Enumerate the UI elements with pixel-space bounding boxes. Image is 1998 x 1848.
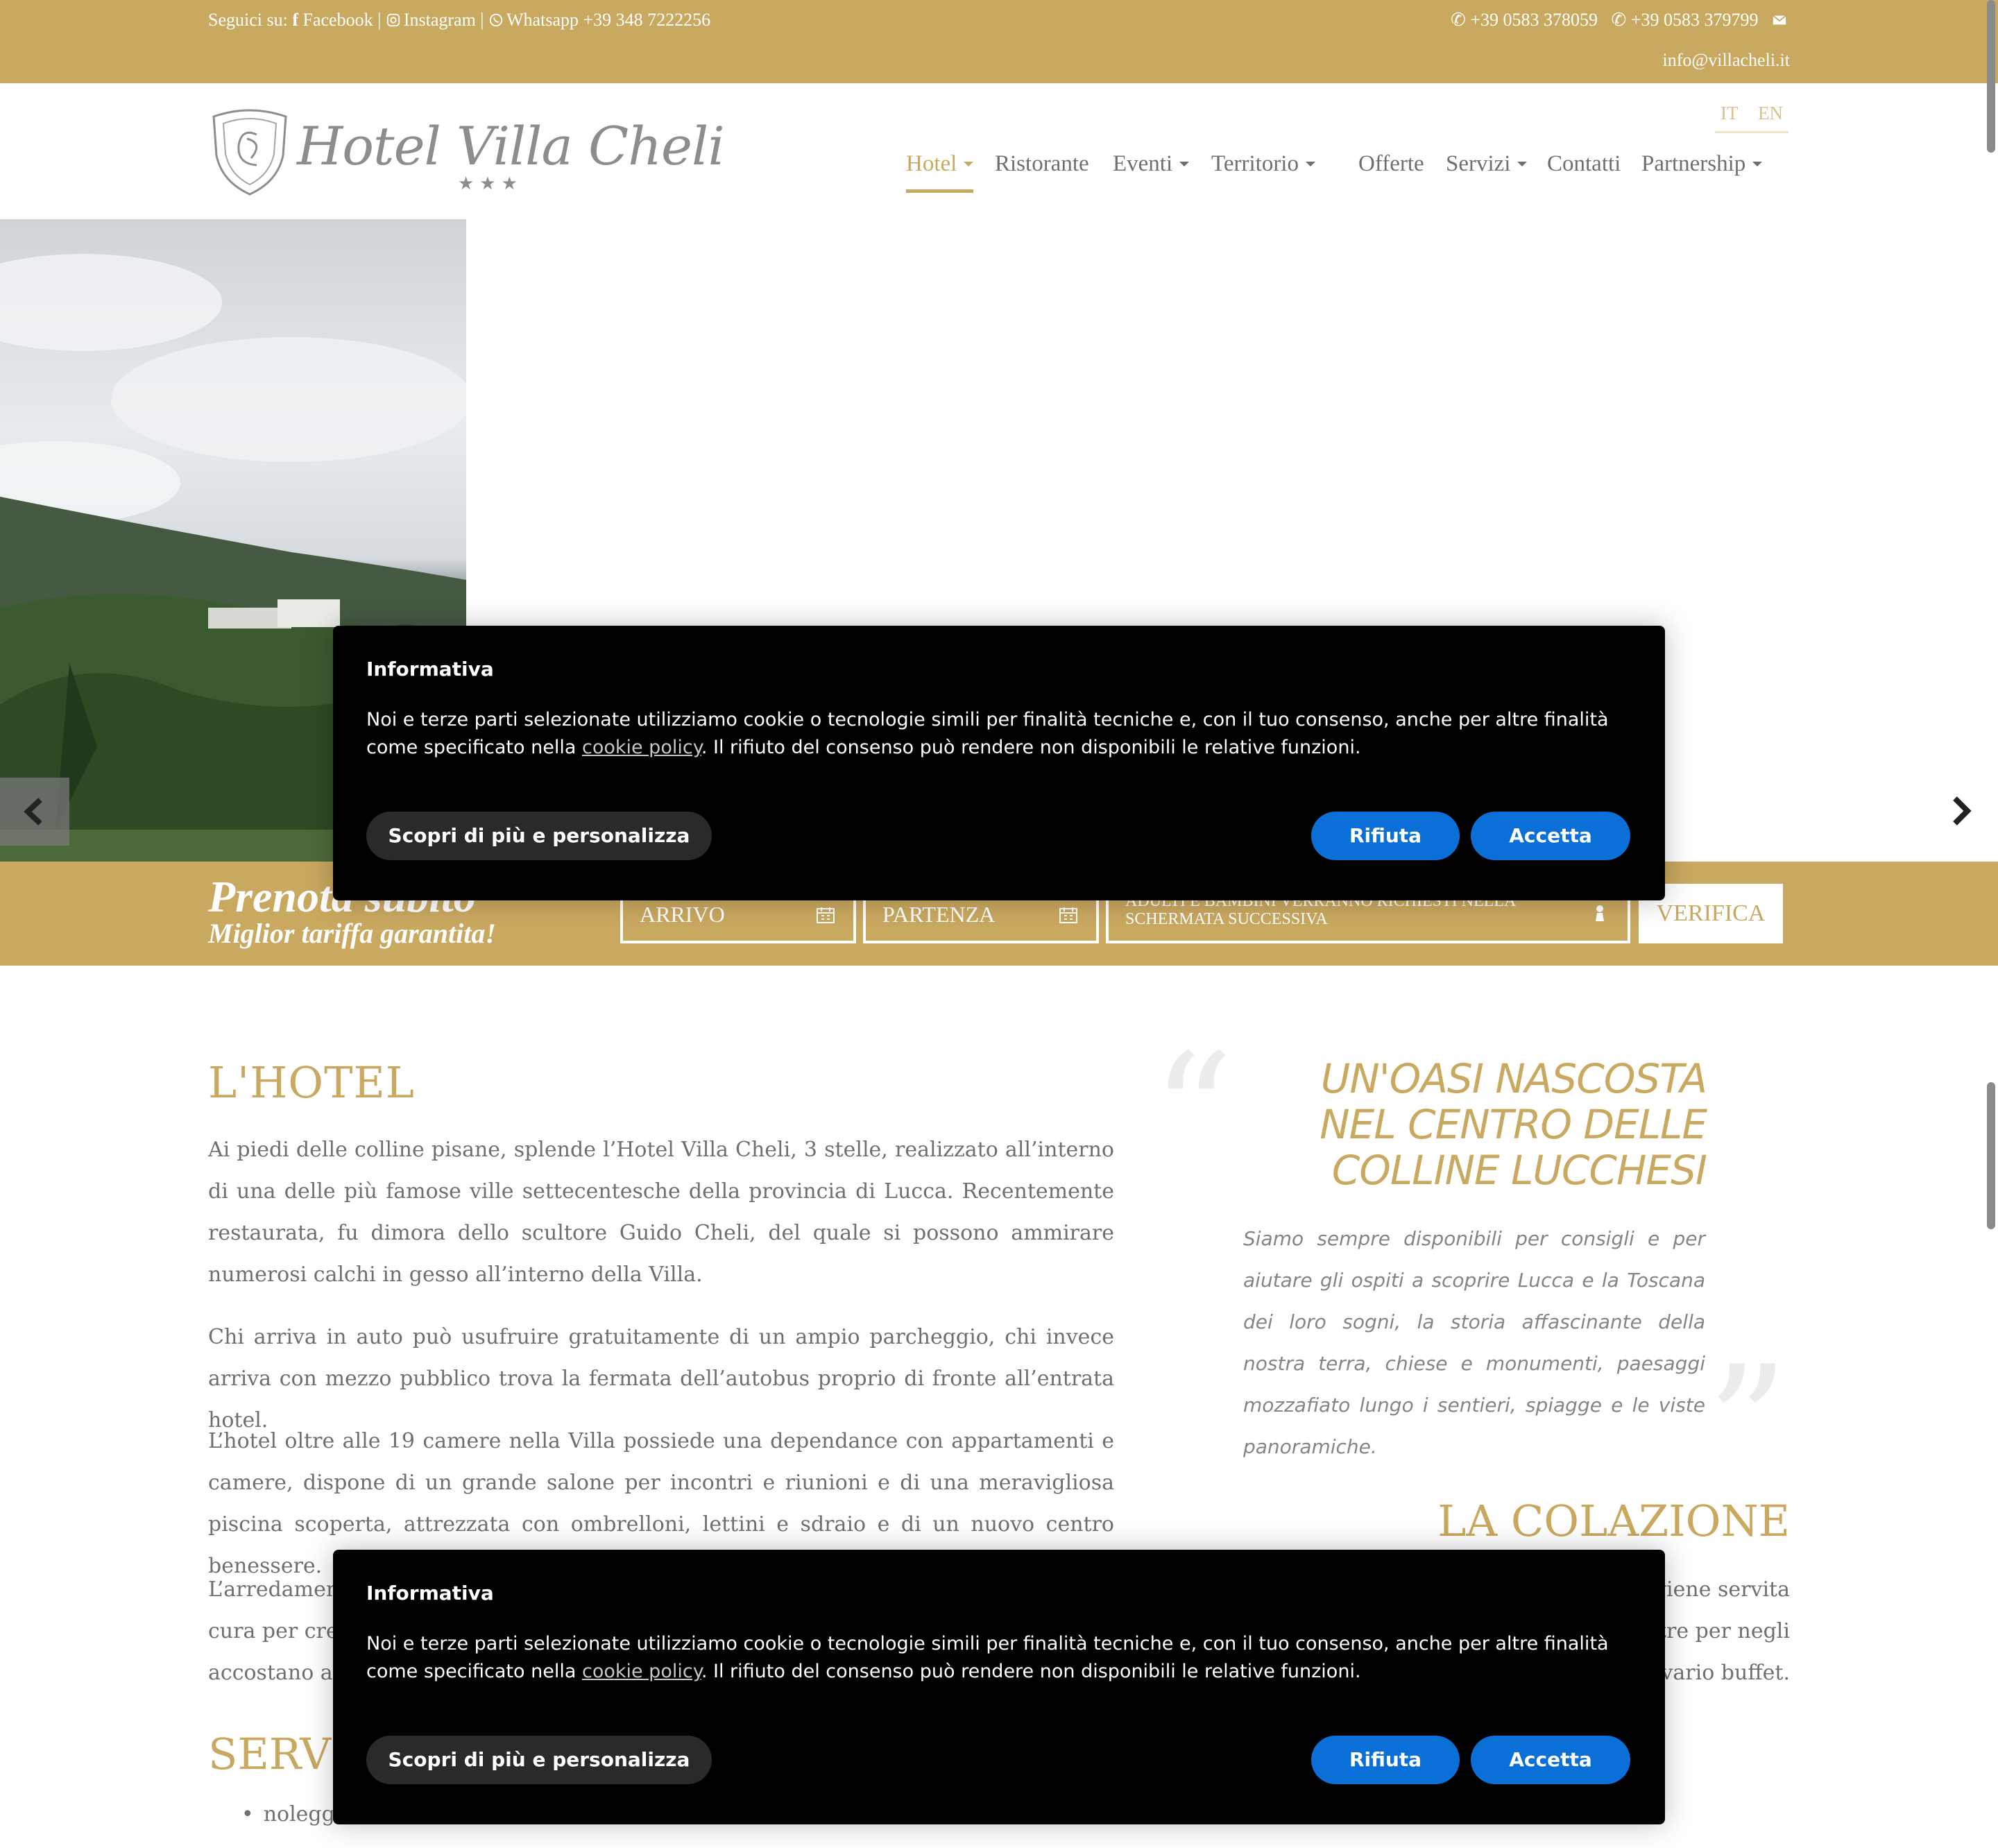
nav-item-label: Territorio (1211, 151, 1299, 176)
cookie-dialog: Informativa Noi e terze parti selezionat… (333, 1550, 1665, 1824)
reject-button[interactable]: Rifiuta (1311, 812, 1460, 860)
phone2-link[interactable]: ✆ +39 0583 379799 (1612, 10, 1759, 31)
person-icon (1596, 905, 1604, 921)
calendar-icon (1059, 907, 1077, 923)
cookie-title: Informativa (366, 1582, 494, 1605)
calendar-icon (817, 907, 835, 923)
whatsapp-link[interactable]: Whatsapp +39 348 7222256 (488, 10, 710, 31)
chevron-left-icon (24, 798, 42, 825)
text-line: tre per negli (1658, 1619, 1790, 1643)
oasi-heading: UN'OASI NASCOSTA NEL CENTRO DELLE COLLIN… (1320, 1055, 1707, 1194)
cookie-policy-link[interactable]: cookie policy (582, 737, 701, 758)
logo[interactable]: Hotel Villa Cheli ★★★ (208, 104, 725, 198)
cookie-text-part: . Il rifiuto del consenso può rendere no… (701, 1661, 1361, 1682)
facebook-link[interactable]: f Facebook (292, 10, 373, 31)
departure-placeholder: PARTENZA (882, 902, 996, 927)
slider-next-button[interactable] (1947, 792, 1974, 830)
cookie-text: Noi e terze parti selezionate utilizziam… (366, 706, 1636, 762)
crest-icon (212, 109, 287, 196)
nav-item-hotel[interactable]: Hotel (906, 151, 974, 193)
scrollbar-thumb[interactable] (1987, 1082, 1995, 1229)
email-link[interactable]: info@villacheli.it (1662, 50, 1790, 71)
oasi-text: Siamo sempre disponibili per consigli e … (1243, 1227, 1705, 1458)
separator: | (480, 10, 484, 30)
nav-item-label: Offerte (1358, 151, 1424, 176)
accept-button[interactable]: Accetta (1471, 812, 1630, 860)
caret-down-icon (1305, 162, 1315, 166)
text-line: accostano ai (208, 1661, 340, 1685)
phone-icon: ✆ (1451, 10, 1466, 30)
whatsapp-label: Whatsapp +39 348 7222256 (506, 10, 711, 30)
lang-it[interactable]: IT (1720, 103, 1738, 124)
instagram-link[interactable]: Instagram (386, 10, 476, 31)
cookie-text: Noi e terze parti selezionate utilizziam… (366, 1630, 1636, 1686)
facebook-label: Facebook (302, 10, 373, 30)
logo-name: Hotel Villa Cheli (297, 115, 725, 177)
contact-phones: ✆ +39 0583 378059 ✆ +39 0583 379799 (1451, 10, 1790, 31)
accept-button[interactable]: Accetta (1471, 1736, 1630, 1784)
hotel-heading: L'HOTEL (208, 1057, 415, 1108)
nav-item-contatti[interactable]: Contatti (1547, 151, 1621, 193)
phone1-label: +39 0583 378059 (1470, 10, 1598, 30)
cookie-policy-link[interactable]: cookie policy (582, 1661, 701, 1682)
quote-close-icon: ” (1707, 1333, 1788, 1518)
booking-subtitle: Miglior tariffa garantita! (208, 918, 496, 949)
nav-item-label: Ristorante (995, 151, 1089, 176)
caret-down-icon (964, 162, 974, 166)
phone2-label: +39 0583 379799 (1630, 10, 1759, 30)
top-bar: Seguici su: f Facebook | Instagram | Wha… (0, 0, 1998, 83)
scrollbar-thumb[interactable] (1987, 0, 1995, 153)
facebook-icon: f (292, 10, 299, 30)
nav-item-label: Hotel (906, 151, 957, 176)
cookie-text-part: . Il rifiuto del consenso può rendere no… (701, 737, 1361, 758)
nav-item-label: Contatti (1547, 151, 1621, 176)
social-links: Seguici su: f Facebook | Instagram | Wha… (208, 10, 710, 31)
customize-button[interactable]: Scopri di più e personalizza (366, 812, 712, 860)
nav-item-partnership[interactable]: Partnership (1641, 151, 1763, 193)
servizi-heading: SERVI (208, 1729, 348, 1779)
nav-item-label: Eventi (1113, 151, 1173, 176)
arrival-placeholder: ARRIVO (640, 902, 725, 927)
cookie-title: Informativa (366, 658, 494, 681)
separator: | (377, 10, 382, 30)
chevron-right-icon (1953, 796, 1972, 825)
phone-icon: ✆ (1611, 10, 1627, 30)
nav-item-eventi[interactable]: Eventi (1113, 151, 1190, 193)
customize-button[interactable]: Scopri di più e personalizza (366, 1736, 712, 1784)
text-line: L’arredamen (208, 1577, 340, 1602)
nav-item-ristorante[interactable]: Ristorante (995, 151, 1089, 193)
whatsapp-icon (489, 13, 503, 27)
nav-item-label: Partnership (1641, 151, 1746, 176)
nav-item-territorio[interactable]: Territorio (1211, 151, 1315, 193)
reject-button[interactable]: Rifiuta (1311, 1736, 1460, 1784)
caret-down-icon (1752, 162, 1763, 166)
language-switcher: IT EN (1715, 103, 1788, 133)
slider-prev-button[interactable] (0, 778, 69, 846)
text-line: cura per cre (208, 1619, 339, 1643)
text-line: viene servita (1655, 1577, 1790, 1602)
caret-down-icon (1179, 162, 1190, 166)
colazione-text: viene servita tre per negli vario buffet… (1655, 1569, 1790, 1694)
hotel-paragraph-4: L’arredamen cura per cre accostano ai (208, 1569, 339, 1694)
cookie-dialog: Informativa Noi e terze parti selezionat… (333, 626, 1665, 900)
text-line: vario buffet. (1661, 1661, 1790, 1685)
quote-open-icon: “ (1152, 1020, 1233, 1206)
caret-down-icon (1517, 162, 1528, 166)
instagram-label: Instagram (403, 10, 476, 30)
nav-item-label: Servizi (1446, 151, 1511, 176)
hotel-paragraph-1: Ai piedi delle colline pisane, splende l… (208, 1138, 1114, 1287)
phone1-link[interactable]: ✆ +39 0583 378059 (1451, 10, 1598, 31)
nav-item-offerte[interactable]: Offerte (1358, 151, 1424, 193)
instagram-icon (386, 13, 400, 27)
lang-en[interactable]: EN (1758, 103, 1783, 124)
follow-label: Seguici su: (208, 10, 288, 30)
logo-stars: ★★★ (458, 173, 523, 194)
nav-item-servizi[interactable]: Servizi (1446, 151, 1528, 193)
colazione-heading: LA COLAZIONE (1437, 1496, 1790, 1546)
envelope-icon[interactable] (1772, 12, 1787, 28)
